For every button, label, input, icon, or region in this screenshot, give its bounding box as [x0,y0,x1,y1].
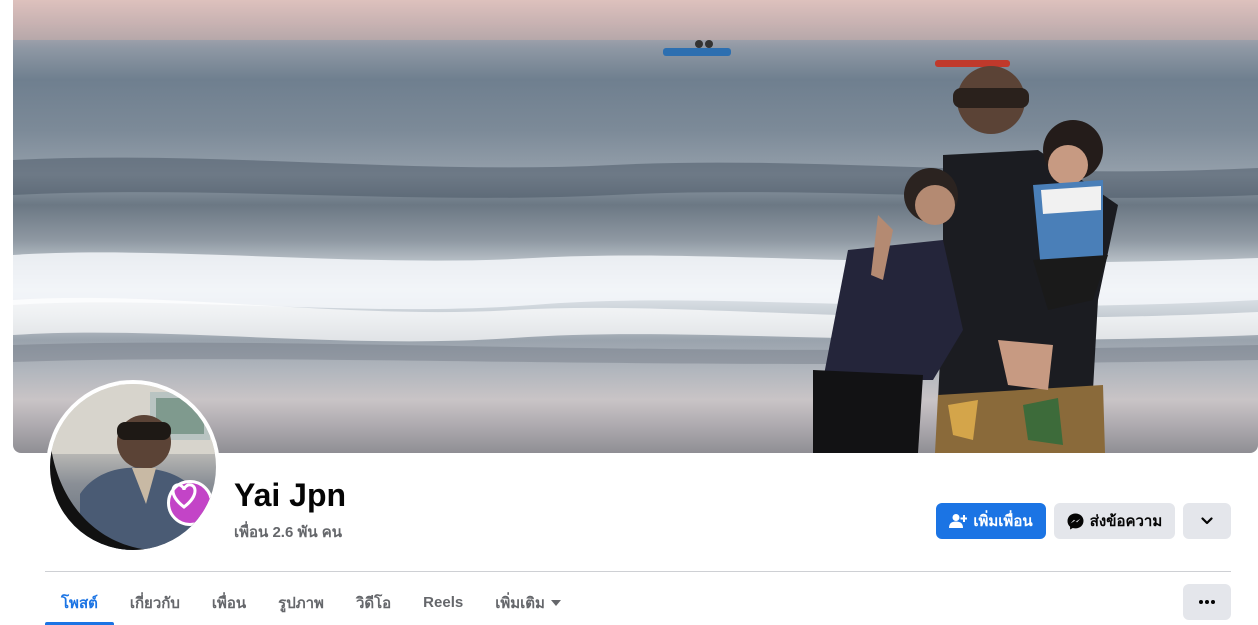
friends-count-link[interactable]: เพื่อน 2.6 พัน คน [234,520,342,544]
tab-label: รูปภาพ [278,594,324,612]
profile-options-button[interactable] [1183,503,1231,539]
header-divider [45,571,1231,572]
add-friend-label: เพิ่มเพื่อน [973,513,1033,530]
profile-avatar[interactable] [46,380,220,554]
tab-about[interactable]: เกี่ยวกับ [114,580,196,625]
add-friend-button[interactable]: เพิ่มเพื่อน [936,503,1046,539]
chevron-down-icon [1201,517,1213,525]
messenger-icon [1067,513,1084,529]
people-group [813,66,1118,453]
profile-name: Yai Jpn [234,477,347,513]
tab-label: วิดีโอ [355,594,392,612]
message-label: ส่งข้อความ [1089,513,1163,530]
tab-videos[interactable]: วิดีโอ [340,580,407,625]
tab-label: เพื่อน [211,594,247,612]
message-button[interactable]: ส่งข้อความ [1054,503,1175,539]
tab-label: Reels [423,594,464,611]
add-friend-icon [949,514,968,528]
tab-reels[interactable]: Reels [407,580,479,625]
profile-tabs: โพสต์ เกี่ยวกับ เพื่อน รูปภาพ วิดีโอ Ree… [45,580,577,625]
tab-more[interactable]: เพิ่มเติม [479,580,577,625]
avatar-photo [50,384,216,550]
tab-label: เกี่ยวกับ [129,594,180,612]
heart-frame-icon [167,480,213,526]
ellipsis-icon [1199,600,1215,604]
tab-photos[interactable]: รูปภาพ [262,580,340,625]
tab-posts[interactable]: โพสต์ [45,580,114,625]
tab-label: เพิ่มเติม [495,594,545,612]
tab-label: โพสต์ [61,594,98,612]
caret-down-icon [550,599,561,606]
tab-friends[interactable]: เพื่อน [196,580,262,625]
tabs-more-options-button[interactable] [1183,584,1231,620]
